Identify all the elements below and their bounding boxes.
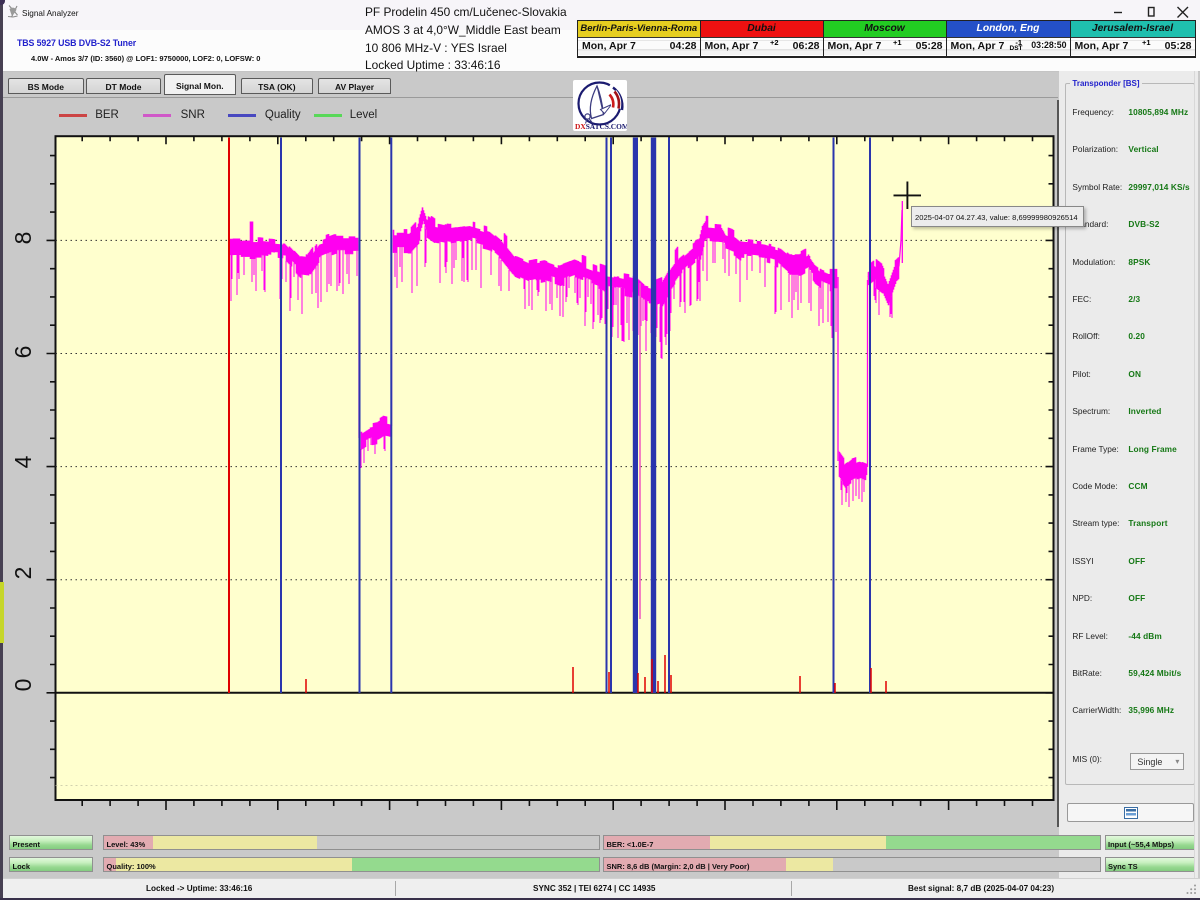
svg-text:DXSATCS.COM: DXSATCS.COM bbox=[575, 122, 627, 131]
